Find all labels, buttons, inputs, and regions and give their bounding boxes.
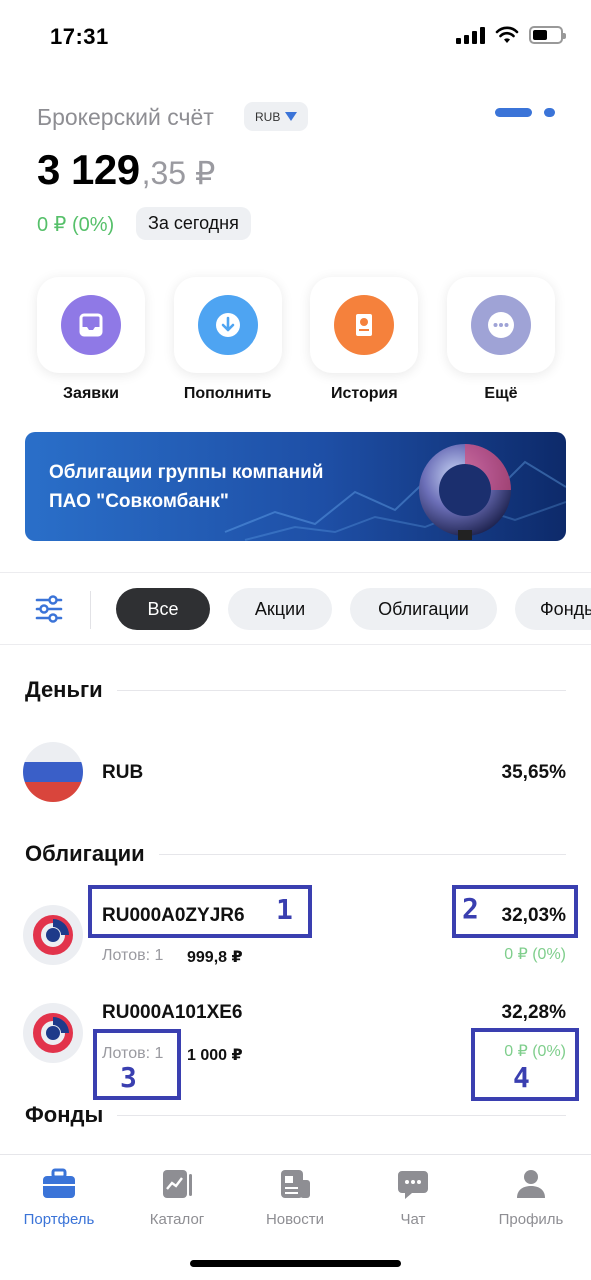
home-indicator[interactable] xyxy=(190,1260,401,1267)
action-tile xyxy=(446,277,555,373)
action-tile xyxy=(173,277,282,373)
action-more[interactable]: Ещё xyxy=(446,277,555,403)
section-title: Облигации xyxy=(25,841,145,866)
action-top-up[interactable]: Пополнить xyxy=(173,277,282,403)
sovcombank-logo-icon xyxy=(23,905,83,965)
bond-1-lots: Лотов: 1 xyxy=(102,947,164,964)
bond-2-percent: 32,28% xyxy=(501,1002,566,1023)
day-change: 0 ₽ (0%) xyxy=(37,214,115,236)
account-title[interactable]: Брокерский счёт xyxy=(37,104,214,131)
dropdown-triangle-icon xyxy=(285,112,298,121)
filter-chip-all[interactable]: Все xyxy=(116,588,210,630)
balance-main: 3 129 xyxy=(37,146,140,193)
balance: 3 129 ,35 ₽ xyxy=(37,146,215,194)
annotation-number-1: 1 xyxy=(276,893,293,926)
filter-chip-bonds[interactable]: Облигации xyxy=(350,588,497,630)
bond-1-price: 999,8 ₽ xyxy=(187,949,243,966)
nav-profile[interactable]: Профиль xyxy=(472,1167,590,1228)
chat-bubble-icon xyxy=(398,1171,428,1199)
battery-icon xyxy=(529,26,566,44)
profile-icon xyxy=(517,1170,545,1198)
bond-1-change: 0 ₽ (0%) xyxy=(504,946,566,963)
section-funds: Фонды xyxy=(25,1102,566,1128)
download-arrow-icon xyxy=(197,295,258,355)
currency-selector[interactable]: RUB xyxy=(244,102,309,131)
filter-bar: Все Акции Облигации Фонды xyxy=(0,572,591,645)
section-title: Деньги xyxy=(25,677,103,702)
filter-chip-stocks[interactable]: Акции xyxy=(228,588,332,630)
section-money: Деньги xyxy=(25,677,566,703)
nav-label: Профиль xyxy=(498,1211,564,1228)
chart-card-icon xyxy=(163,1170,192,1198)
tray-icon xyxy=(61,295,121,355)
section-divider xyxy=(117,1114,566,1116)
action-label: Пополнить xyxy=(183,385,272,402)
filter-sliders-icon[interactable] xyxy=(35,595,63,623)
page-dot xyxy=(544,108,555,117)
nav-label: Чат xyxy=(400,1211,426,1228)
wifi-icon xyxy=(495,26,519,43)
promo-banner[interactable]: Облигации группы компаний ПАО "Совкомбан… xyxy=(25,432,566,541)
currency-label: RUB xyxy=(255,109,281,124)
newspaper-icon xyxy=(281,1170,310,1198)
banner-line-1: Облигации группы компаний xyxy=(49,462,324,483)
balance-fraction: ,35 ₽ xyxy=(141,155,216,191)
annotation-number-2: 2 xyxy=(462,892,479,925)
nav-label: Портфель xyxy=(23,1211,95,1228)
nav-portfolio[interactable]: Портфель xyxy=(0,1167,118,1228)
bond-2-price: 1 000 ₽ xyxy=(187,1047,243,1064)
banner-text: Облигации группы компаний ПАО "Совкомбан… xyxy=(49,458,323,516)
section-title: Фонды xyxy=(25,1102,104,1127)
action-label: История xyxy=(330,385,398,402)
nav-catalog[interactable]: Каталог xyxy=(118,1167,236,1228)
filter-divider xyxy=(90,591,91,629)
section-divider xyxy=(116,689,566,691)
nav-label: Каталог xyxy=(149,1211,205,1228)
status-icons xyxy=(456,26,566,44)
briefcase-icon xyxy=(43,1168,75,1198)
money-rub-name[interactable]: RUB xyxy=(102,762,143,784)
annotation-number-3: 3 xyxy=(120,1061,137,1094)
bond-2-name[interactable]: RU000A101XE6 xyxy=(102,1002,242,1024)
more-dots-icon xyxy=(470,295,531,355)
annotation-number-4: 4 xyxy=(513,1061,530,1094)
status-bar: 17:31 xyxy=(0,0,591,76)
action-label: Заявки xyxy=(63,385,119,402)
period-selector[interactable]: За сегодня xyxy=(136,207,251,240)
nav-label: Новости xyxy=(265,1211,325,1228)
document-clock-icon xyxy=(334,295,395,355)
action-history[interactable]: История xyxy=(310,277,419,403)
page-dot-active xyxy=(495,108,532,117)
action-label: Ещё xyxy=(484,385,518,402)
action-tile xyxy=(310,277,419,373)
status-time: 17:31 xyxy=(50,24,109,49)
quick-actions: Заявки Пополнить История Ещё xyxy=(37,277,555,403)
money-rub-percent: 35,65% xyxy=(501,762,566,783)
account-page-indicator[interactable] xyxy=(495,108,555,117)
filter-chip-funds[interactable]: Фонды xyxy=(515,588,591,630)
cellular-signal-icon xyxy=(456,26,485,44)
annotation-box-3 xyxy=(93,1029,181,1100)
section-divider xyxy=(158,853,566,855)
action-tile xyxy=(37,277,145,373)
sovcombank-3d-logo xyxy=(419,444,511,540)
nav-news[interactable]: Новости xyxy=(236,1167,354,1228)
sovcombank-logo-icon xyxy=(23,1003,83,1063)
action-orders[interactable]: Заявки xyxy=(37,277,145,403)
banner-line-2: ПАО "Совкомбанк" xyxy=(49,491,229,512)
section-bonds: Облигации xyxy=(25,841,566,867)
nav-chat[interactable]: Чат xyxy=(354,1167,472,1228)
russia-flag-icon xyxy=(23,742,83,802)
